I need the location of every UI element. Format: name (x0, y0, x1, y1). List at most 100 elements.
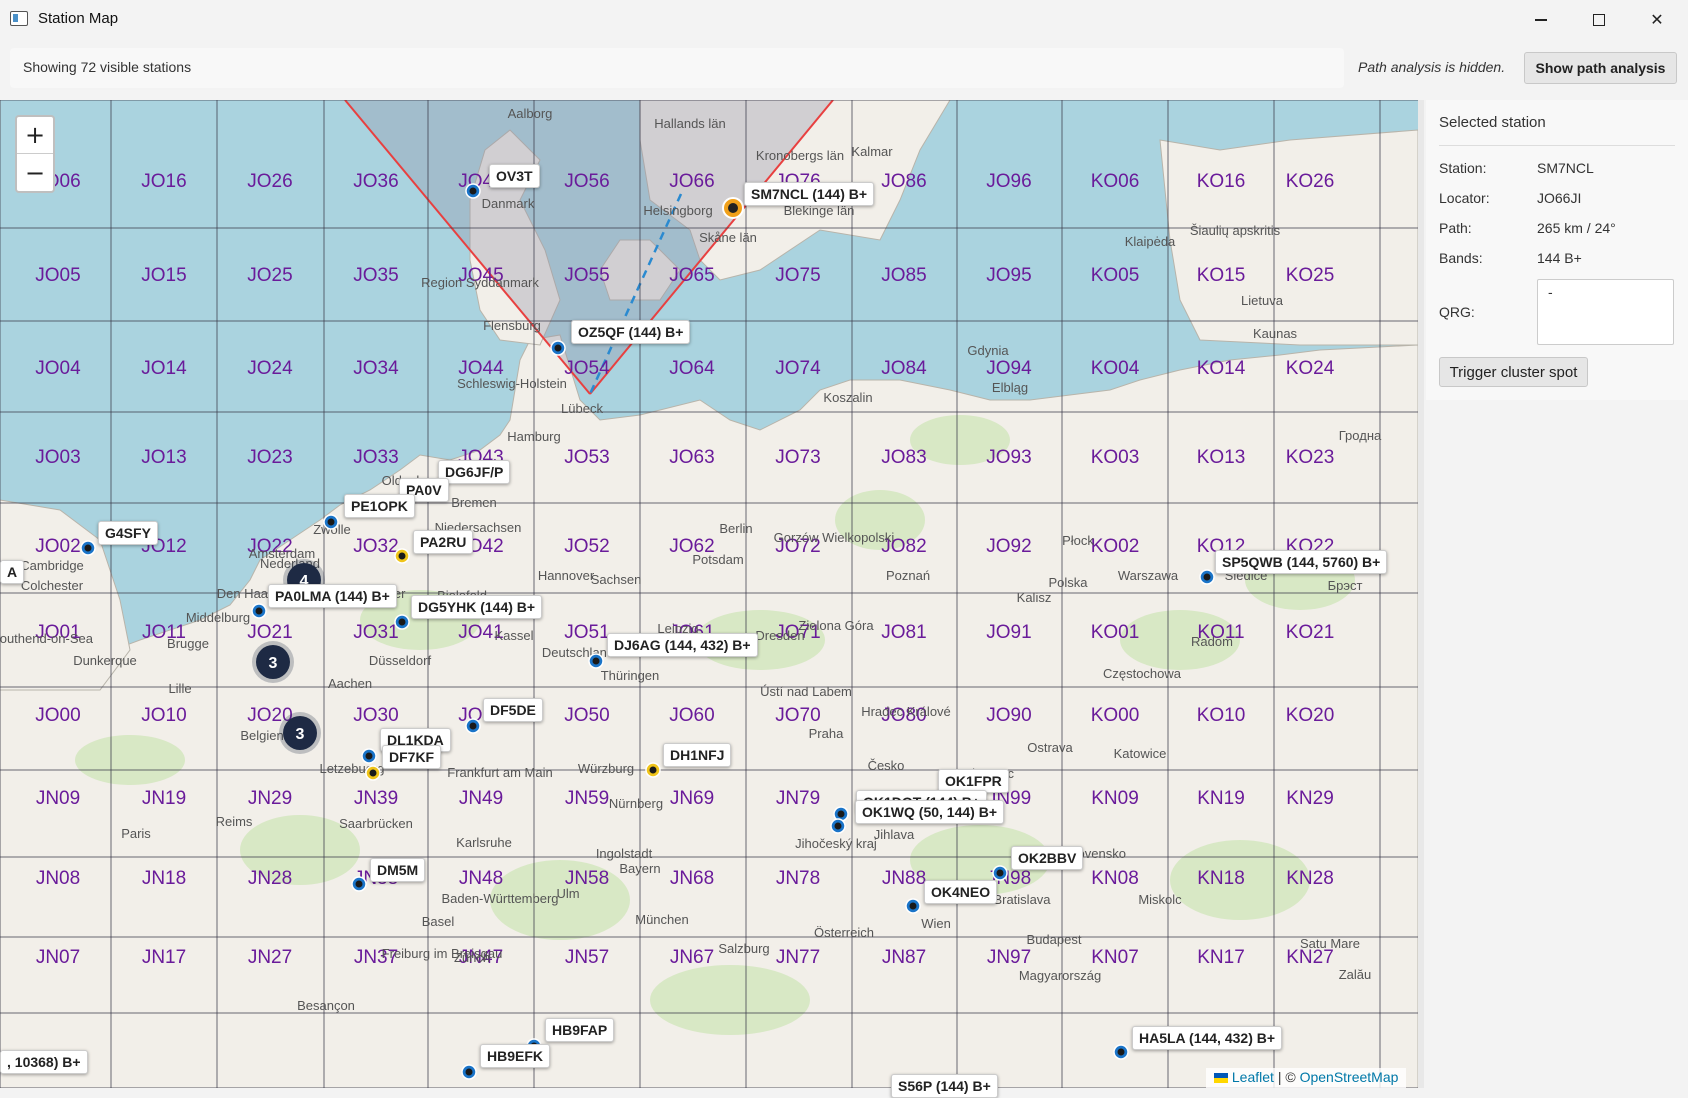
place-label: Zalău (1339, 967, 1372, 982)
zoom-out-button[interactable]: − (17, 154, 53, 191)
place-label: Bremen (451, 495, 497, 510)
station-label-hb9efk[interactable]: HB9EFK (480, 1044, 551, 1068)
station-marker-core (1203, 573, 1211, 581)
locator-label: Locator: (1439, 190, 1490, 206)
close-button[interactable]: ✕ (1628, 0, 1686, 40)
station-label-dg5yhk-144-b[interactable]: DG5YHK (144) B+ (411, 595, 543, 619)
status-bar: Showing 72 visible stations (10, 48, 1344, 88)
grid-square-label: JN79 (776, 788, 820, 809)
station-label-pe1opk[interactable]: PE1OPK (344, 494, 415, 518)
bands-label: Bands: (1439, 250, 1483, 266)
grid-square-label: KN07 (1091, 947, 1139, 968)
station-label-oz5qf-144-b[interactable]: OZ5QF (144) B+ (571, 320, 691, 344)
zoom-in-button[interactable]: + (17, 117, 53, 154)
grid-square-label: KO23 (1286, 447, 1335, 468)
place-label: Jihočeský kraj (795, 836, 877, 851)
station-label-g4sfy[interactable]: G4SFY (98, 521, 158, 545)
station-label-sm7ncl-144-b[interactable]: SM7NCL (144) B+ (744, 182, 875, 206)
grid-square-label: JN87 (882, 947, 926, 968)
place-label: Baden-Württemberg (441, 891, 558, 906)
grid-square-label: JN29 (248, 788, 292, 809)
openstreetmap-link[interactable]: OpenStreetMap (1300, 1069, 1399, 1085)
station-label-hb9fap[interactable]: HB9FAP (545, 1018, 615, 1042)
place-label: Den Haag (217, 586, 276, 601)
station-map[interactable]: JO06JO16JO26JO36JO46JO56JO66JO76JO86JO96… (0, 100, 1418, 1088)
map-canvas[interactable]: JO06JO16JO26JO36JO46JO56JO66JO76JO86JO96… (0, 100, 1418, 1088)
grid-square-label: KO24 (1286, 358, 1335, 379)
place-label: Schleswig-Holstein (457, 376, 567, 391)
maximize-button[interactable] (1570, 0, 1628, 40)
station-label-ok2bbv[interactable]: OK2BBV (1011, 846, 1084, 870)
grid-square-label: JO85 (881, 265, 926, 286)
title-bar: Station Map ✕ (0, 0, 1688, 40)
place-label: Zürich (454, 950, 490, 965)
place-label: Region Syddanmark (421, 275, 539, 290)
station-label-dh1nfj[interactable]: DH1NFJ (663, 743, 732, 767)
station-label-sp5qwb-144-5760-b[interactable]: SP5QWB (144, 5760) B+ (1215, 550, 1388, 574)
qrg-field[interactable]: - (1537, 279, 1674, 345)
grid-square-label: JN49 (459, 788, 503, 809)
station-label-ok4neo[interactable]: OK4NEO (924, 880, 998, 904)
map-splitter[interactable] (1418, 100, 1424, 1088)
station-label-s56p-144-b[interactable]: S56P (144) B+ (891, 1074, 998, 1098)
grid-square-label: JO23 (247, 447, 292, 468)
station-label-pa0lma-144-b[interactable]: PA0LMA (144) B+ (268, 584, 397, 608)
station-marker-core (369, 769, 377, 777)
grid-square-label: JO96 (986, 171, 1031, 192)
locator-value: JO66JI (1537, 190, 1582, 206)
path-analysis-status: Path analysis is hidden. (1358, 59, 1506, 75)
station-marker-core (398, 552, 406, 560)
grid-square-label: JN17 (142, 947, 186, 968)
grid-square-label: JN77 (776, 947, 820, 968)
place-label: Zielona Góra (798, 618, 874, 633)
place-label: Potsdam (692, 552, 743, 567)
station-label-df7kf[interactable]: DF7KF (382, 745, 442, 769)
grid-square-label: JO32 (353, 536, 398, 557)
zoom-control: + − (15, 115, 55, 193)
station-label-ov3t[interactable]: OV3T (489, 164, 540, 188)
station-label-pa2ru[interactable]: PA2RU (413, 530, 474, 554)
maximize-icon (1593, 14, 1605, 26)
place-label: Sachsen (591, 572, 642, 587)
place-label: Belgien (240, 728, 283, 743)
station-label: Station: (1439, 160, 1487, 176)
place-label: Frankfurt am Main (447, 765, 552, 780)
place-label: Flensburg (483, 318, 541, 333)
station-marker-core (469, 187, 477, 195)
station-label-dm5m[interactable]: DM5M (370, 858, 426, 882)
place-label: Płock (1062, 533, 1094, 548)
trigger-cluster-spot-button[interactable]: Trigger cluster spot (1439, 357, 1588, 387)
minimize-button[interactable] (1512, 0, 1570, 40)
station-label-df5de[interactable]: DF5DE (483, 698, 543, 722)
leaflet-link[interactable]: Leaflet (1232, 1069, 1274, 1085)
grid-square-label: JN57 (565, 947, 609, 968)
station-label-dj6ag-144-432-b[interactable]: DJ6AG (144, 432) B+ (607, 633, 758, 657)
grid-square-label: JO35 (353, 265, 398, 286)
place-label: Lübeck (561, 401, 603, 416)
place-label: Dunkerque (73, 653, 137, 668)
station-marker-core (255, 607, 263, 615)
copyright-symbol: © (1285, 1069, 1296, 1085)
place-label: Miskolc (1138, 892, 1182, 907)
station-label-ok1wq-50-144-b[interactable]: OK1WQ (50, 144) B+ (855, 800, 1004, 824)
grid-square-label: KO16 (1197, 171, 1246, 192)
grid-square-label: JN28 (248, 868, 292, 889)
place-label: Düsseldorf (369, 653, 432, 668)
place-label: Magyarország (1019, 968, 1101, 983)
grid-square-label: JO31 (353, 622, 398, 643)
grid-square-label: KO03 (1091, 447, 1140, 468)
grid-square-label: JO90 (986, 705, 1031, 726)
minimize-icon (1535, 19, 1547, 21)
ukraine-flag-icon (1214, 1073, 1228, 1083)
station-label-ha5la-144-432-b[interactable]: HA5LA (144, 432) B+ (1132, 1026, 1283, 1050)
grid-square-label: JN67 (670, 947, 714, 968)
station-label-dg6jf-p[interactable]: DG6JF/P (438, 460, 511, 484)
place-label: Brugge (167, 636, 209, 651)
station-marker-core (834, 822, 842, 830)
station-marker-core (398, 618, 406, 626)
station-label-10368-b[interactable]: , 10368) B+ (0, 1050, 88, 1074)
station-label-a[interactable]: A (0, 560, 25, 584)
station-marker-core (327, 518, 335, 526)
grid-square-label: JO53 (564, 447, 609, 468)
show-path-analysis-button[interactable]: Show path analysis (1524, 52, 1677, 84)
